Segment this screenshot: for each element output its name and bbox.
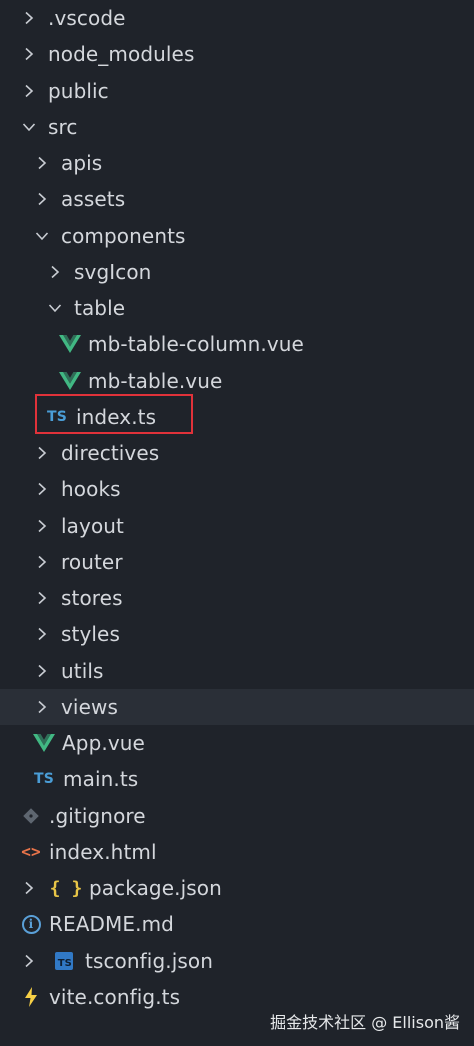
chevron-down-icon[interactable] — [33, 218, 51, 254]
tree-file-mb-table-vue[interactable]: mb-table.vue — [0, 363, 474, 399]
tree-item-label: public — [48, 78, 109, 103]
chevron-right-icon[interactable] — [46, 254, 64, 290]
info-icon: i — [20, 912, 42, 936]
tree-folder-views[interactable]: views — [0, 688, 474, 725]
tree-folder-utils[interactable]: utils — [0, 653, 474, 689]
tree-item-label: README.md — [49, 912, 174, 937]
tree-item-label: main.ts — [63, 767, 139, 792]
tree-file-main-ts[interactable]: TS main.ts — [0, 761, 474, 797]
chevron-right-icon[interactable] — [33, 616, 51, 652]
html-icon: <> — [21, 842, 41, 862]
vite-icon — [20, 985, 42, 1009]
vue-icon — [33, 731, 55, 755]
tree-folder-public[interactable]: public — [0, 73, 474, 109]
tree-item-label: utils — [61, 658, 104, 683]
tree-folder-src[interactable]: src — [0, 109, 474, 145]
tree-item-label: directives — [61, 441, 160, 466]
tree-item-label: components — [61, 223, 186, 248]
tree-item-label: router — [61, 549, 123, 574]
json-icon: { } — [49, 877, 83, 899]
chevron-right-icon[interactable] — [33, 508, 51, 544]
tree-folder-svgicon[interactable]: svgIcon — [0, 254, 474, 290]
chevron-right-icon[interactable] — [33, 181, 51, 217]
tree-item-label: table — [74, 296, 126, 321]
chevron-right-icon[interactable] — [33, 435, 51, 471]
vue-icon — [59, 369, 81, 393]
tree-item-label: index.ts — [76, 404, 157, 429]
tree-folder-assets[interactable]: assets — [0, 181, 474, 217]
tree-folder-components[interactable]: components — [0, 218, 474, 254]
tree-item-label: layout — [61, 513, 125, 538]
chevron-down-icon[interactable] — [20, 109, 38, 145]
chevron-right-icon[interactable] — [20, 0, 38, 36]
file-explorer-tree: .vscode node_modulespublic src apis assets co… — [0, 0, 474, 1015]
chevron-right-icon[interactable] — [33, 689, 51, 725]
tree-folder-layout[interactable]: layout — [0, 508, 474, 544]
chevron-right-icon[interactable] — [20, 36, 38, 72]
tsconfig-icon: TS — [53, 949, 75, 973]
tree-item-label: apis — [61, 151, 103, 176]
vue-icon — [59, 332, 81, 356]
chevron-right-icon[interactable] — [33, 471, 51, 507]
chevron-right-icon[interactable] — [33, 653, 51, 689]
git-icon — [20, 804, 42, 828]
tree-file-tsconfig-json[interactable]: TS tsconfig.json — [0, 943, 474, 979]
tree-file-mb-table-column-vue[interactable]: mb-table-column.vue — [0, 326, 474, 362]
tree-folder-stores[interactable]: stores — [0, 580, 474, 616]
chevron-right-icon[interactable] — [20, 943, 38, 979]
chevron-right-icon[interactable] — [20, 870, 38, 906]
typescript-icon: TS — [46, 408, 68, 425]
chevron-right-icon[interactable] — [33, 580, 51, 616]
tree-folder-apis[interactable]: apis — [0, 145, 474, 181]
tree-file-index-ts[interactable]: TS index.ts — [0, 399, 474, 435]
tree-file-package-json[interactable]: { } package.json — [0, 870, 474, 906]
chevron-right-icon[interactable] — [33, 544, 51, 580]
tree-folder-router[interactable]: router — [0, 544, 474, 580]
tree-item-label: stores — [61, 586, 123, 611]
tree-item-label: tsconfig.json — [85, 948, 214, 973]
tree-item-label: views — [61, 694, 118, 719]
tree-item-label: index.html — [49, 839, 157, 864]
chevron-right-icon[interactable] — [20, 73, 38, 109]
tree-item-label: .vscode — [48, 6, 126, 31]
tree-item-label: styles — [61, 622, 120, 647]
tree-item-label: src — [48, 114, 78, 139]
chevron-right-icon[interactable] — [33, 145, 51, 181]
tree-item-label: hooks — [61, 477, 121, 502]
tree-file-index-html[interactable]: <> index.html — [0, 834, 474, 870]
tree-item-label: vite.config.ts — [49, 984, 181, 1009]
tree-folder-styles[interactable]: styles — [0, 616, 474, 652]
tree-folder--vscode[interactable]: .vscode — [0, 0, 474, 36]
tree-file--gitignore[interactable]: .gitignore — [0, 798, 474, 834]
tree-item-label: package.json — [89, 876, 222, 901]
tree-folder-hooks[interactable]: hooks — [0, 471, 474, 507]
tree-folder-table[interactable]: table — [0, 290, 474, 326]
tree-item-label: mb-table.vue — [88, 368, 223, 393]
tree-folder-directives[interactable]: directives — [0, 435, 474, 471]
tree-item-label: svgIcon — [74, 259, 152, 284]
tree-item-label: node_modules — [48, 42, 195, 67]
chevron-down-icon[interactable] — [46, 290, 64, 326]
tree-item-label: mb-table-column.vue — [88, 332, 304, 357]
typescript-icon: TS — [33, 771, 55, 788]
tree-item-label: App.vue — [62, 731, 145, 756]
tree-file-readme-md[interactable]: i README.md — [0, 906, 474, 942]
tree-item-label: assets — [61, 187, 126, 212]
tree-folder-node-modules[interactable]: node_modules — [0, 36, 474, 72]
watermark: 掘金技术社区 @ Ellison酱 — [270, 1013, 460, 1032]
tree-item-label: .gitignore — [49, 803, 146, 828]
tree-file-app-vue[interactable]: App.vue — [0, 725, 474, 761]
